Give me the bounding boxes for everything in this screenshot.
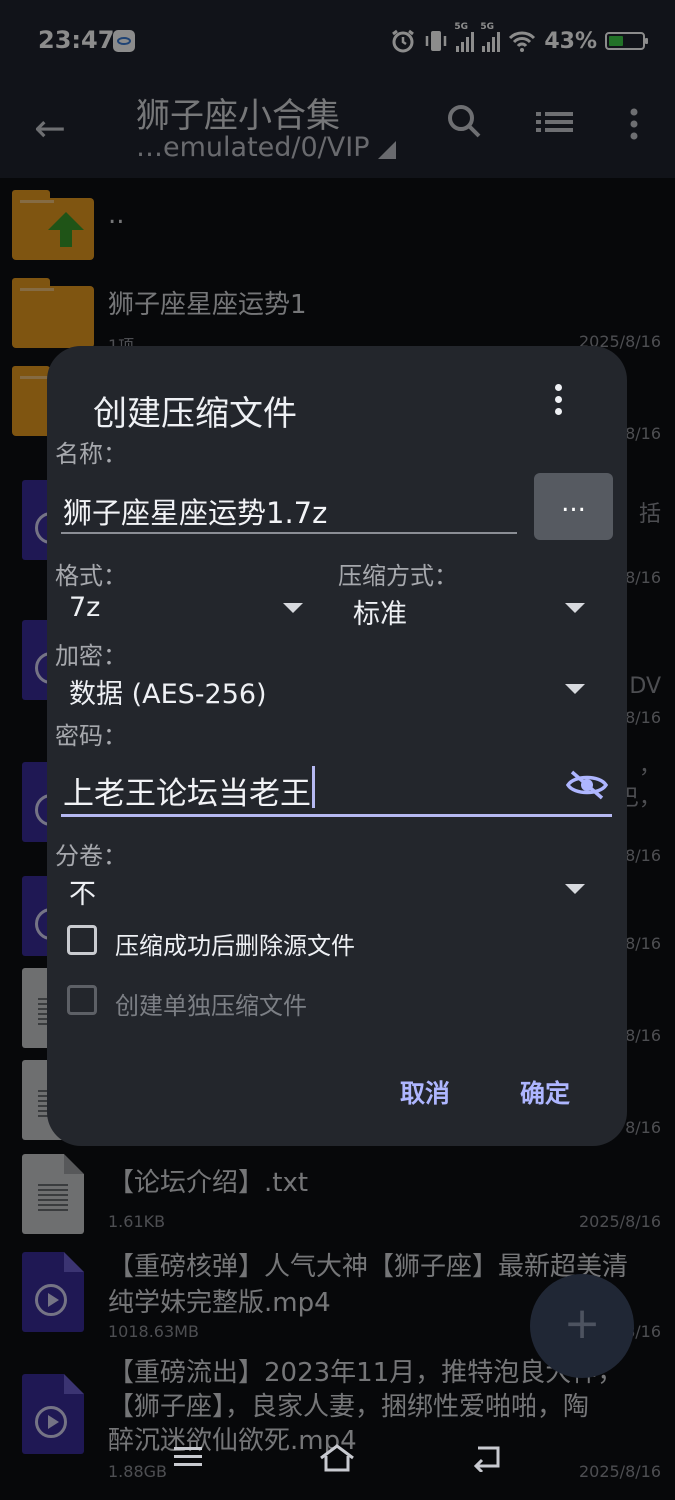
password-field[interactable]: 上老王论坛当老王 — [61, 754, 612, 817]
split-dropdown-icon — [565, 884, 585, 894]
separate-archive-checkbox[interactable] — [67, 985, 97, 1015]
archive-name-value: 狮子座星座运势1.7z — [63, 496, 328, 530]
cancel-button[interactable]: 取消 — [400, 1074, 450, 1110]
compression-value: 标准 — [353, 599, 407, 630]
format-dropdown-icon — [283, 603, 303, 613]
delete-source-label: 压缩成功后删除源文件 — [115, 932, 355, 960]
format-value: 7z — [69, 592, 101, 623]
separate-archive-label: 创建单独压缩文件 — [115, 992, 307, 1020]
create-archive-dialog: 创建压缩文件 名称： 狮子座星座运势1.7z ... 格式： 7z 压缩方式： … — [47, 346, 627, 1146]
split-value: 不 — [69, 879, 96, 910]
home-nav-icon[interactable] — [318, 1444, 356, 1474]
browse-button[interactable]: ... — [534, 473, 613, 540]
format-label: 格式： — [55, 562, 127, 590]
system-nav-bar — [0, 1430, 675, 1500]
ok-button[interactable]: 确定 — [520, 1074, 570, 1110]
password-value: 上老王论坛当老王 — [63, 776, 311, 812]
delete-source-checkbox[interactable] — [67, 925, 97, 955]
encryption-dropdown-icon — [565, 684, 585, 694]
compression-label: 压缩方式： — [338, 562, 458, 590]
split-label: 分卷： — [55, 842, 127, 870]
dialog-title: 创建压缩文件 — [93, 394, 297, 434]
encryption-label: 加密： — [55, 642, 127, 670]
back-nav-icon[interactable] — [470, 1444, 504, 1472]
encryption-value: 数据 (AES-256) — [69, 679, 267, 710]
text-cursor — [312, 766, 315, 808]
visibility-off-icon[interactable] — [566, 770, 608, 800]
menu-nav-icon[interactable] — [172, 1444, 204, 1470]
compression-dropdown-icon — [565, 603, 585, 613]
archive-name-field[interactable]: 狮子座星座运势1.7z — [61, 482, 517, 534]
password-label: 密码： — [55, 722, 127, 750]
dialog-more-icon[interactable] — [555, 384, 563, 420]
name-label: 名称： — [55, 440, 127, 468]
